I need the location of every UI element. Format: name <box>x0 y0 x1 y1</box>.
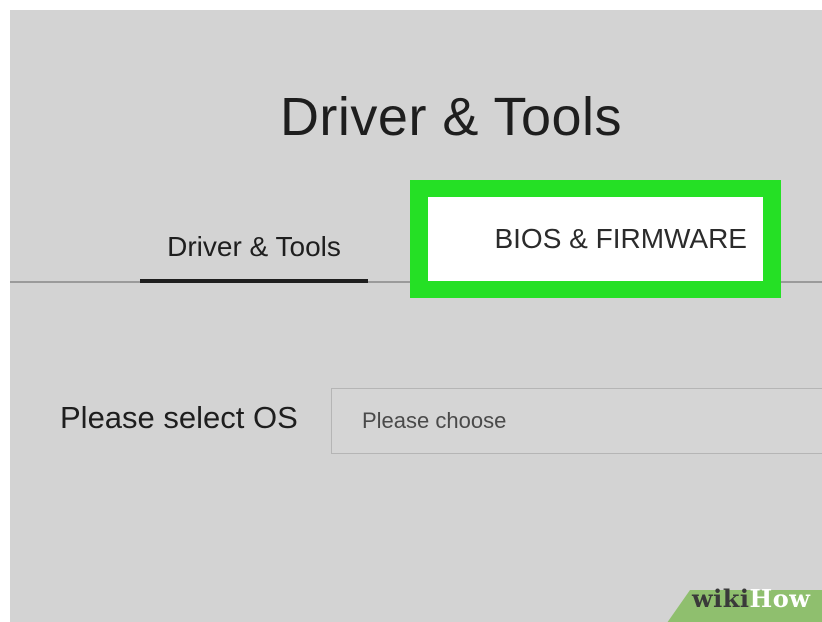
page-title: Driver & Tools <box>279 87 623 147</box>
watermark-wiki: wiki <box>692 584 750 613</box>
tab-driver-tools[interactable]: Driver & Tools <box>140 225 368 283</box>
os-select-dropdown[interactable]: Please choose <box>331 388 822 454</box>
page-canvas: Driver & Tools Driver & Tools BIOS & FIR… <box>10 10 822 622</box>
os-select-label: Please select OS <box>60 400 298 435</box>
tab-bios-firmware[interactable]: BIOS & FIRMWARE <box>428 197 763 281</box>
watermark-how: How <box>749 584 811 613</box>
active-tab-underline <box>140 279 368 283</box>
wikihow-watermark: wikiHow <box>692 584 810 613</box>
